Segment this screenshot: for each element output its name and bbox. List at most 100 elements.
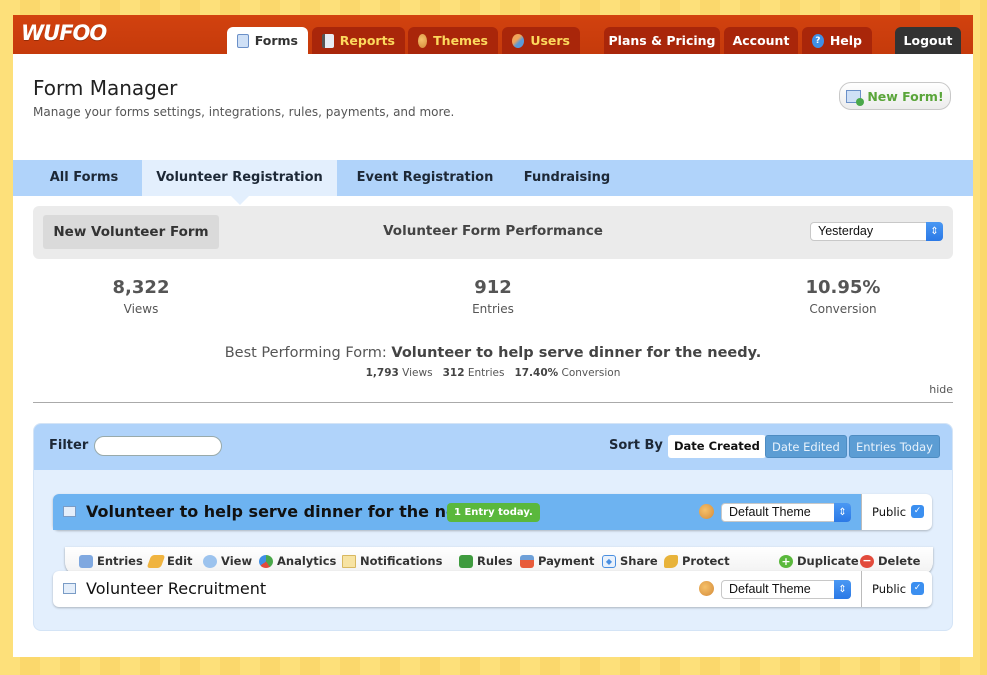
- payment-card-icon: [520, 554, 534, 568]
- form-icon: [63, 583, 76, 594]
- filter-label: Filter: [49, 438, 89, 453]
- theme-select-value: Default Theme: [729, 505, 811, 519]
- best-performing-form: Best Performing Form: Volunteer to help …: [13, 345, 973, 361]
- nav-tab-label: Plans & Pricing: [608, 33, 716, 48]
- entries-today-badge: 1 Entry today.: [447, 503, 540, 522]
- nav-tab-reports[interactable]: Reports: [312, 27, 405, 54]
- filter-input[interactable]: [94, 436, 222, 456]
- tab-all-forms[interactable]: All Forms: [33, 160, 135, 196]
- nav-tab-label: Themes: [433, 33, 488, 48]
- action-label: Delete: [878, 554, 921, 568]
- nav-tab-account[interactable]: Account: [724, 27, 798, 54]
- nav-tab-themes[interactable]: Themes: [408, 27, 498, 54]
- select-arrows-icon: ⇕: [926, 222, 943, 241]
- best-form-stats: 1,793 Views 312 Entries 17.40% Conversio…: [13, 367, 973, 379]
- nav-tab-label: Reports: [339, 33, 395, 48]
- nav-tab-plans-pricing[interactable]: Plans & Pricing: [604, 27, 720, 54]
- reports-icon: [322, 33, 334, 48]
- nav-tab-label: Forms: [254, 33, 298, 48]
- minus-circle-icon: −: [860, 554, 874, 568]
- analytics-pie-icon: [259, 554, 273, 568]
- form-icon: [63, 506, 76, 517]
- best-conversion-value: 17.40%: [514, 367, 559, 379]
- best-form-name[interactable]: Volunteer to help serve dinner for the n…: [391, 345, 761, 361]
- form-row-main: Volunteer to help serve dinner for the n…: [53, 494, 861, 530]
- nav-tab-label: Users: [530, 33, 570, 48]
- theme-select[interactable]: Default Theme ⇕: [721, 580, 851, 599]
- top-nav-bar: WUFOO Forms Reports Themes Users Plans &…: [13, 15, 973, 54]
- action-notifications[interactable]: Notifications: [342, 554, 442, 568]
- tab-volunteer-registration[interactable]: Volunteer Registration: [142, 160, 337, 205]
- performance-panel: New Volunteer Form Volunteer Form Perfor…: [33, 206, 953, 259]
- key-icon: [664, 554, 678, 568]
- envelope-icon: [342, 554, 356, 568]
- public-checkbox[interactable]: ✓: [911, 582, 924, 595]
- action-label: Analytics: [277, 554, 337, 568]
- action-delete[interactable]: − Delete: [860, 554, 920, 568]
- select-arrows-icon: ⇕: [834, 580, 851, 599]
- public-checkbox[interactable]: ✓: [911, 505, 924, 518]
- nav-tab-forms[interactable]: Forms: [227, 27, 308, 54]
- action-label: Rules: [477, 554, 513, 568]
- list-header: Filter Sort By : Date Created Date Edite…: [34, 424, 952, 470]
- best-views-value: 1,793: [365, 367, 399, 379]
- select-arrows-icon: ⇕: [834, 503, 851, 522]
- theme-palette-icon: [699, 504, 714, 519]
- page-subtitle: Manage your forms settings, integrations…: [33, 105, 455, 119]
- plus-circle-icon: +: [779, 554, 793, 568]
- action-view[interactable]: View: [203, 554, 252, 568]
- form-row[interactable]: Volunteer to help serve dinner for the n…: [53, 494, 932, 530]
- action-label: Payment: [538, 554, 595, 568]
- hide-link[interactable]: hide: [929, 383, 953, 396]
- action-payment[interactable]: Payment: [520, 554, 595, 568]
- stat-value: 10.95%: [805, 277, 881, 298]
- stat-conversion: 10.95% Conversion: [743, 277, 943, 316]
- new-form-button[interactable]: New Form!: [839, 82, 951, 110]
- stat-entries: 912 Entries: [393, 277, 593, 316]
- nav-tab-help[interactable]: ? Help: [802, 27, 872, 54]
- action-label: Entries: [97, 554, 143, 568]
- action-analytics[interactable]: Analytics: [259, 554, 336, 568]
- sort-entries-today[interactable]: Entries Today: [849, 435, 940, 458]
- new-form-icon: [846, 89, 865, 106]
- public-label: Public: [872, 582, 907, 596]
- form-row[interactable]: Volunteer Recruitment Default Theme ⇕ Pu…: [53, 571, 932, 607]
- sort-date-edited[interactable]: Date Edited: [765, 435, 847, 458]
- stat-value: 8,322: [112, 277, 170, 298]
- best-prefix: Best Performing Form:: [224, 345, 387, 361]
- public-toggle-area: Public ✓: [861, 494, 932, 530]
- wufoo-logo[interactable]: WUFOO: [21, 21, 107, 45]
- divider: [33, 402, 953, 403]
- sort-by-label: Sort By :: [609, 438, 673, 453]
- stat-views: 8,322 Views: [41, 277, 241, 316]
- theme-palette-icon: [699, 581, 714, 596]
- form-title[interactable]: Volunteer Recruitment: [86, 579, 266, 598]
- best-conversion-label: Conversion: [561, 367, 621, 379]
- nav-tab-label: Account: [732, 33, 790, 48]
- help-icon: ?: [812, 33, 824, 48]
- theme-select[interactable]: Default Theme ⇕: [721, 503, 851, 522]
- tab-fundraising[interactable]: Fundraising: [517, 160, 617, 196]
- action-protect[interactable]: Protect: [664, 554, 730, 568]
- themes-palette-icon: [418, 33, 428, 48]
- stat-value: 912: [474, 277, 512, 298]
- stat-label: Views: [123, 302, 159, 316]
- new-form-label: New Form!: [867, 88, 944, 104]
- action-edit[interactable]: Edit: [146, 554, 193, 568]
- best-entries-label: Entries: [467, 367, 505, 379]
- stat-label: Conversion: [809, 302, 877, 316]
- action-duplicate[interactable]: + Duplicate: [779, 554, 859, 568]
- tab-event-registration[interactable]: Event Registration: [350, 160, 500, 196]
- logout-button[interactable]: Logout: [895, 27, 961, 54]
- theme-select-value: Default Theme: [729, 582, 811, 596]
- action-entries[interactable]: Entries: [79, 554, 143, 568]
- sort-date-created[interactable]: Date Created: [668, 435, 766, 458]
- stat-label: Entries: [472, 302, 514, 316]
- action-share[interactable]: ◆ Share: [602, 554, 658, 568]
- form-title[interactable]: Volunteer to help serve dinner for the n…: [86, 502, 494, 521]
- action-label: Notifications: [360, 554, 443, 568]
- period-select[interactable]: Yesterday ⇕: [810, 222, 943, 241]
- action-label: Protect: [682, 554, 730, 568]
- action-rules[interactable]: Rules: [459, 554, 513, 568]
- nav-tab-users[interactable]: Users: [502, 27, 580, 54]
